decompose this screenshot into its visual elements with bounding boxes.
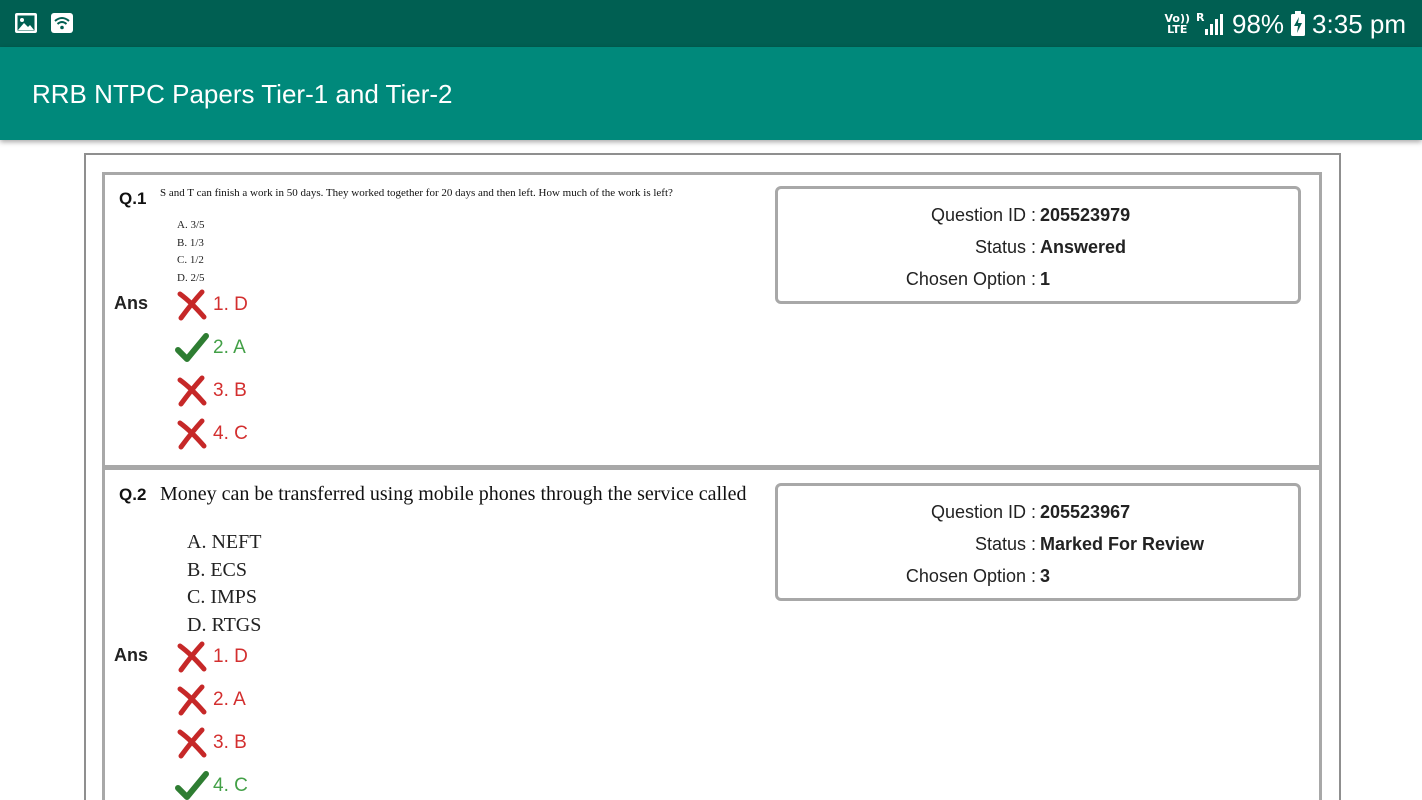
option-item: B. 1/3 [177,236,204,249]
status-bar: Vo)) LTE R 98% 3:35 pm [0,0,1422,47]
cross-icon [177,289,207,320]
cross-icon [177,375,207,406]
question-number: Q.1 [119,189,147,208]
question-info-box: Question ID : 205523979 Status : Answere… [775,186,1301,304]
app-bar: RRB NTPC Papers Tier-1 and Tier-2 [0,47,1422,140]
answer-text: 4. C [213,422,248,444]
status-label: Status : [974,534,1036,554]
volte-indicator: Vo)) LTE [1164,12,1190,36]
option-item: A. 3/5 [177,219,205,231]
signal-icon: R [1196,11,1226,37]
answer-row: 2. A [175,678,248,721]
answer-row: 4. C [175,412,248,455]
cross-icon [177,684,207,715]
cross-icon [177,418,207,449]
chosen-option-label: Chosen Option : [905,566,1036,586]
answer-row: 1. D [175,635,248,678]
question-options: A. 3/5 B. 1/3 C. 1/2 D. 2/5 [177,217,205,287]
question-options: A. NEFT B. ECS C. IMPS D. RTGS [187,529,261,639]
status-row: Status : Marked For Review [778,534,1298,564]
answer-text: 1. D [213,645,248,667]
question-info-box: Question ID : 205523967 Status : Marked … [775,483,1301,601]
question-id-value: 205523979 [1040,205,1131,225]
question-id-label: Question ID : [930,205,1036,225]
chosen-option-row: Chosen Option : 3 [778,566,1298,596]
cross-icon [177,727,207,758]
question-id-value: 205523967 [1040,502,1131,522]
answer-list: 1. D 2. A 3. B 4. C [175,283,248,455]
gallery-icon [15,13,37,33]
option-item: B. ECS [187,558,248,581]
battery-percent: 98% [1232,8,1285,39]
status-value: Marked For Review [1040,534,1205,554]
answer-list: 1. D 2. A 3. B 4. C [175,635,248,800]
chosen-option-row: Chosen Option : 1 [778,269,1298,299]
question-id-label: Question ID : [930,502,1036,522]
clock: 3:35 pm [1312,8,1406,39]
chosen-option-label: Chosen Option : [905,269,1036,289]
answer-text: 3. B [213,379,247,401]
option-item: C. IMPS [187,586,258,608]
check-icon [175,332,209,362]
answer-text: 3. B [213,731,247,753]
app-title: RRB NTPC Papers Tier-1 and Tier-2 [32,79,453,109]
answer-text: 2. A [213,688,246,710]
question-text: S and T can finish a work in 50 days. Th… [160,187,673,199]
option-item: A. NEFT [187,531,262,553]
answer-row: 1. D [175,283,248,326]
question-id-row: Question ID : 205523967 [778,502,1298,532]
answer-text: 1. D [213,293,248,315]
chosen-option-value: 1 [1040,269,1051,289]
answer-text: 4. C [213,774,248,796]
status-row: Status : Answered [778,237,1298,267]
question-text: Money can be transferred using mobile ph… [160,483,747,505]
status-value: Answered [1040,237,1127,257]
option-item: C. 1/2 [177,254,204,266]
answer-row: 3. B [175,721,248,764]
battery-charging-icon [1291,11,1306,36]
status-bar-notifications [14,11,74,35]
question-card: Q.1 S and T can finish a work in 50 days… [102,172,1322,468]
wifi-icon [51,13,73,33]
answer-label: Ans [114,293,149,313]
answer-text: 2. A [213,336,246,358]
answer-label: Ans [114,645,149,665]
check-icon [175,770,209,800]
answer-row: 3. B [175,369,248,412]
cross-icon [177,641,207,672]
chosen-option-value: 3 [1040,566,1051,586]
answer-row: 2. A [175,326,248,369]
question-card: Q.2 Money can be transferred using mobil… [102,467,1322,800]
question-number: Q.2 [119,485,147,504]
status-bar-system: Vo)) LTE R 98% 3:35 pm [1164,7,1406,41]
question-id-row: Question ID : 205523979 [778,205,1298,235]
answer-row: 4. C [175,764,248,800]
status-label: Status : [974,237,1036,257]
